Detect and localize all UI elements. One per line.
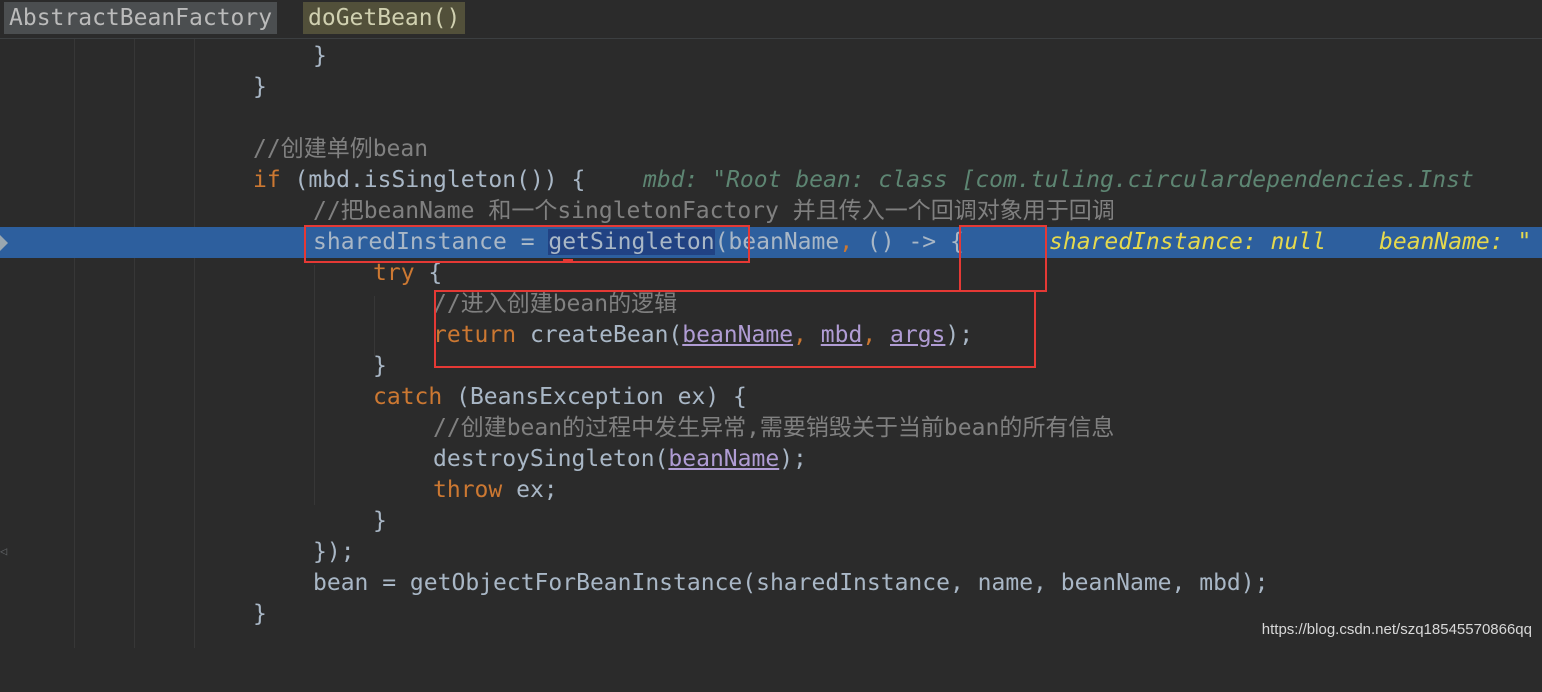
code-line: if (mbd.isSingleton()) { mbd: "Root bean… [0, 165, 1542, 196]
current-execution-line[interactable]: sharedInstance = getSingleton(beanName, … [0, 227, 1542, 258]
method-call-destroySingleton: destroySingleton( [433, 446, 669, 472]
keyword-catch: catch [373, 384, 443, 410]
debug-hint-beanName: beanName: " [1379, 229, 1532, 255]
lambda-close: }); [313, 539, 355, 565]
brace: } [253, 601, 267, 627]
if-condition: (mbd.isSingleton()) { [280, 167, 586, 193]
code-line: }); [0, 537, 1542, 568]
breadcrumb: AbstractBeanFactory doGetBean() [0, 0, 1542, 39]
execution-point-icon[interactable] [0, 235, 8, 251]
annotation-box-createBean [434, 290, 1036, 368]
code-line: } [0, 72, 1542, 103]
code-line: catch (BeansException ex) { [0, 382, 1542, 413]
brace: } [373, 353, 387, 379]
param-beanName: beanName [668, 446, 780, 472]
brace: } [253, 74, 267, 100]
keyword-try: try [373, 260, 415, 286]
code-line: //创建单例bean [0, 134, 1542, 165]
brace: } [313, 43, 327, 69]
fold-icon[interactable]: ◁ [0, 544, 10, 560]
throw-expression: ex; [502, 477, 558, 503]
code-line: destroySingleton(beanName); [0, 444, 1542, 475]
watermark: https://blog.csdn.net/szq18545570866qq [1261, 621, 1532, 638]
brace: } [373, 508, 387, 534]
keyword-if: if [253, 167, 281, 193]
keyword-throw: throw [433, 477, 503, 503]
breadcrumb-class[interactable]: AbstractBeanFactory [4, 2, 278, 34]
comment: //创建bean的过程中发生异常,需要销毁关于当前bean的所有信息 [433, 415, 1115, 441]
code-editor[interactable]: } } //创建单例bean if (mbd.isSingleton()) { … [0, 39, 1542, 648]
comment: //把beanName 和一个singletonFactory 并且传入一个回调… [313, 198, 1115, 224]
code-line: //创建bean的过程中发生异常,需要销毁关于当前bean的所有信息 [0, 413, 1542, 444]
debug-hint-mbd: mbd: "Root bean: class [com.tuling.circu… [643, 167, 1474, 193]
annotation-box-lambda [959, 225, 1047, 292]
debug-hint-sharedInstance: sharedInstance: null [1049, 229, 1326, 255]
code-line: //把beanName 和一个singletonFactory 并且传入一个回调… [0, 196, 1542, 227]
comment: //创建单例bean [253, 136, 429, 162]
lambda-open: () -> { [866, 229, 964, 255]
code-line: bean = getObjectForBeanInstance(sharedIn… [0, 568, 1542, 599]
catch-clause: (BeansException ex) { [442, 384, 747, 410]
assignment-bean: bean = getObjectForBeanInstance(sharedIn… [313, 570, 1269, 596]
code-line: try { [0, 258, 1542, 289]
breadcrumb-method[interactable]: doGetBean() [303, 2, 466, 34]
comma: , [839, 229, 867, 255]
code-line: throw ex; [0, 475, 1542, 506]
code-line: } [0, 506, 1542, 537]
code-line: } [0, 41, 1542, 72]
annotation-box-getSingleton [304, 225, 750, 263]
cursor-mark [563, 259, 573, 263]
close-paren: ); [779, 446, 807, 472]
brace: { [414, 260, 443, 286]
